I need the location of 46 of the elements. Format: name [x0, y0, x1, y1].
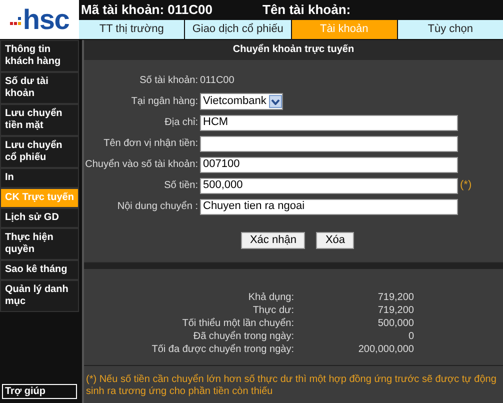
- summary-value: 719,200: [376, 304, 414, 317]
- nav-tab[interactable]: Tùy chọn: [398, 20, 503, 39]
- sidebar-item[interactable]: Số dư tài khoản: [0, 72, 79, 104]
- required-note: (*): [460, 178, 472, 194]
- summary-value: 200,000,000: [357, 343, 414, 356]
- summary-value: 719,200: [376, 291, 414, 304]
- sidebar-item[interactable]: Lưu chuyển cổ phiếu: [0, 136, 79, 168]
- field-label: Nội dung chuyển :: [116, 200, 198, 214]
- input-field[interactable]: 500,000: [200, 178, 458, 194]
- bank-select[interactable]: Vietcombank: [200, 93, 284, 110]
- sidebar-item[interactable]: Thực hiện quyền: [0, 228, 79, 260]
- input-field[interactable]: 007100: [200, 156, 458, 172]
- input-field[interactable]: HCM: [200, 114, 458, 130]
- logo-text: hsc: [22, 6, 70, 34]
- dropdown-icon: [269, 95, 282, 108]
- summary-value: 500,000: [376, 317, 414, 330]
- summary-value: 0: [407, 330, 414, 343]
- field-label: Tại ngân hàng:: [130, 95, 198, 109]
- sidebar-item[interactable]: Quản lý danh mục: [0, 280, 79, 312]
- sidebar-item[interactable]: Lịch sử GD: [0, 208, 79, 228]
- nav-tab[interactable]: TT thị trường: [79, 20, 184, 39]
- summary-label: Đã chuyển trong ngày:: [192, 330, 294, 343]
- field-label: Số tài khoản:: [138, 74, 198, 88]
- input-field[interactable]: [200, 136, 458, 152]
- help-link[interactable]: Trợ giúp: [2, 384, 77, 399]
- field-label: Địa chỉ:: [164, 116, 198, 130]
- sidebar-item[interactable]: Thông tin khách hàng: [0, 40, 79, 72]
- summary-label: Tối đa được chuyển trong ngày:: [150, 343, 294, 356]
- action-button[interactable]: Xác nhận: [240, 232, 306, 249]
- field-label: Tên đơn vị nhận tiền:: [102, 137, 198, 151]
- action-button[interactable]: Xóa: [316, 232, 354, 249]
- nav-tab[interactable]: Giao dịch cổ phiếu: [185, 20, 290, 39]
- account-number-value: 011C00: [200, 74, 234, 88]
- summary-label: Tối thiểu một lần chuyển:: [181, 317, 294, 330]
- field-label: Chuyển vào số tài khoản:: [84, 158, 198, 172]
- sidebar-item[interactable]: Lưu chuyển tiền mặt: [0, 104, 79, 136]
- account-name: Tên tài khoản:: [262, 1, 351, 20]
- field-label: Số tiền:: [163, 179, 198, 193]
- summary-label: Thực dư:: [252, 304, 294, 317]
- input-field[interactable]: Chuyen tien ra ngoai: [200, 198, 458, 214]
- summary-label: Khả dụng:: [247, 291, 294, 304]
- account-code: Mã tài khoản: 011C00: [81, 1, 212, 20]
- footnote: (*) Nếu số tiền cần chuyển lớn hơn số thực dư thì một hợp đồng ứng trước sẽ được tự động sinh ra tương ứng cho phần tiền còn thiếu: [86, 374, 498, 398]
- panel-title: Chuyển khoản trực tuyến: [84, 40, 503, 59]
- sidebar-item[interactable]: Sao kê tháng: [0, 260, 79, 280]
- sidebar-item[interactable]: In: [0, 168, 79, 188]
